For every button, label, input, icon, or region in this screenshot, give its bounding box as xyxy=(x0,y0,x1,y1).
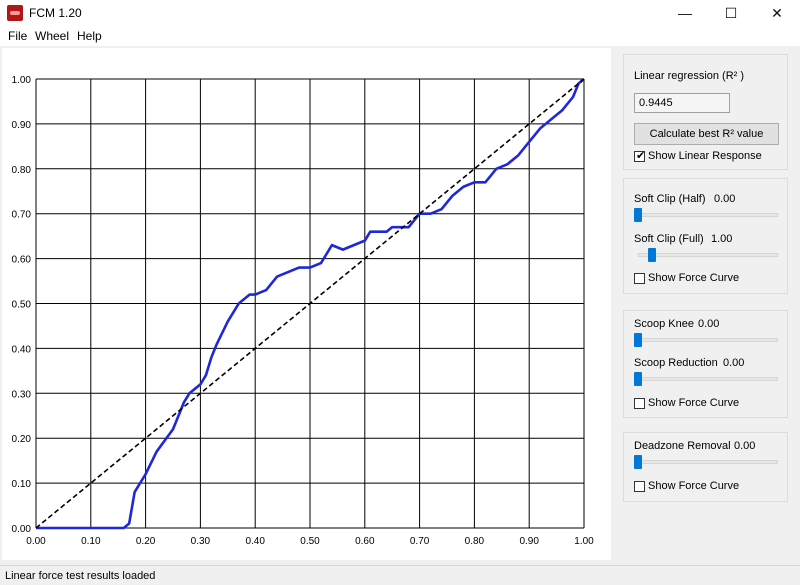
y-tick-label: 0.20 xyxy=(12,434,32,445)
force-curve-plot: 0.00 0.10 0.20 0.30 0.40 0.50 0.60 0.70 0.80 0.90… xyxy=(2,48,611,560)
soft-clip-show-force-curve-checkbox[interactable] xyxy=(634,273,645,284)
menu-file[interactable]: File xyxy=(8,29,27,43)
title-bar: FCM 1.20 — ☐ ✕ xyxy=(0,0,800,26)
x-tick-label: 0.20 xyxy=(136,536,156,547)
scoop-show-force-curve-checkbox[interactable] xyxy=(634,398,645,409)
x-tick-label: 0.10 xyxy=(81,536,101,547)
menu-bar: File Wheel Help xyxy=(0,26,800,46)
x-tick-label: 0.40 xyxy=(245,536,265,547)
regression-value-field[interactable]: 0.9445 xyxy=(634,93,730,113)
soft-clip-half-slider-track[interactable] xyxy=(638,213,778,217)
checkmark-icon: ✔ xyxy=(636,150,646,162)
scoop-knee-slider-track[interactable] xyxy=(638,338,778,342)
show-linear-response-label: Show Linear Response xyxy=(648,150,762,162)
y-tick-label: 0.80 xyxy=(12,165,32,176)
soft-clip-half-slider-thumb[interactable] xyxy=(634,208,642,222)
y-tick-label: 0.10 xyxy=(12,479,32,490)
deadzone-show-force-curve-label: Show Force Curve xyxy=(648,480,740,492)
x-tick-label: 0.30 xyxy=(191,536,211,547)
x-tick-label: 0.00 xyxy=(26,536,46,547)
status-text: Linear force test results loaded xyxy=(5,570,156,582)
y-tick-label: 0.60 xyxy=(12,255,32,266)
deadzone-show-force-curve-checkbox[interactable] xyxy=(634,481,645,492)
y-tick-label: 0.90 xyxy=(12,120,32,131)
soft-clip-half-label: Soft Clip (Half) xyxy=(634,193,706,205)
scoop-show-force-curve-label: Show Force Curve xyxy=(648,397,740,409)
soft-clip-full-slider-track[interactable] xyxy=(638,253,778,257)
scoop-reduction-label: Scoop Reduction xyxy=(634,357,718,369)
chart-svg: 0.00 0.10 0.20 0.30 0.40 0.50 0.60 0.70 0.80 0.90… xyxy=(12,75,595,547)
deadzone-value: 0.00 xyxy=(734,440,756,452)
soft-clip-full-label: Soft Clip (Full) xyxy=(634,233,704,245)
x-tick-label: 0.50 xyxy=(300,536,320,547)
scoop-knee-value: 0.00 xyxy=(698,318,720,330)
scoop-reduction-slider-thumb[interactable] xyxy=(634,372,642,386)
menu-wheel[interactable]: Wheel xyxy=(35,29,69,43)
scoop-reduction-value: 0.00 xyxy=(723,357,745,369)
y-tick-label: 0.30 xyxy=(12,389,32,400)
app-icon xyxy=(7,5,23,21)
soft-clip-group: Soft Clip (Half) 0.00 Soft Clip (Full) 1… xyxy=(623,178,788,294)
y-tick-label: 0.70 xyxy=(12,210,32,221)
x-tick-label: 0.60 xyxy=(355,536,375,547)
y-tick-label: 0.40 xyxy=(12,344,32,355)
deadzone-slider-track[interactable] xyxy=(638,460,778,464)
y-tick-label: 0.00 xyxy=(12,524,32,535)
y-tick-label: 0.50 xyxy=(12,300,32,311)
minimize-button[interactable]: — xyxy=(662,0,708,26)
scoop-group: Scoop Knee 0.00 Scoop Reduction 0.00 Sho… xyxy=(623,310,788,418)
deadzone-group: Deadzone Removal 0.00 Show Force Curve xyxy=(623,432,788,502)
soft-clip-full-slider-thumb[interactable] xyxy=(648,248,656,262)
soft-clip-show-force-curve-label: Show Force Curve xyxy=(648,272,740,284)
regression-group: Linear regression (R² ) 0.9445 Calculate… xyxy=(623,54,788,170)
y-tick-label: 1.00 xyxy=(12,75,32,86)
soft-clip-half-value: 0.00 xyxy=(714,193,736,205)
control-panel: Linear regression (R² ) 0.9445 Calculate… xyxy=(618,48,798,560)
x-tick-label: 1.00 xyxy=(574,536,594,547)
deadzone-label: Deadzone Removal xyxy=(634,440,731,452)
soft-clip-full-value: 1.00 xyxy=(711,233,733,245)
show-linear-response-checkbox[interactable]: ✔ xyxy=(634,150,646,162)
scoop-knee-slider-thumb[interactable] xyxy=(634,333,642,347)
x-tick-label: 0.90 xyxy=(519,536,539,547)
x-tick-label: 0.70 xyxy=(410,536,430,547)
status-bar: Linear force test results loaded xyxy=(0,565,800,585)
deadzone-slider-thumb[interactable] xyxy=(634,455,642,469)
close-button[interactable]: ✕ xyxy=(754,0,800,26)
calculate-best-r2-button[interactable]: Calculate best R² value xyxy=(634,123,779,145)
x-tick-label: 0.80 xyxy=(465,536,485,547)
maximize-button[interactable]: ☐ xyxy=(708,0,754,26)
menu-help[interactable]: Help xyxy=(77,29,102,43)
scoop-reduction-slider-track[interactable] xyxy=(638,377,778,381)
scoop-knee-label: Scoop Knee xyxy=(634,318,694,330)
regression-label: Linear regression (R² ) xyxy=(634,70,745,82)
window-title: FCM 1.20 xyxy=(29,6,82,20)
